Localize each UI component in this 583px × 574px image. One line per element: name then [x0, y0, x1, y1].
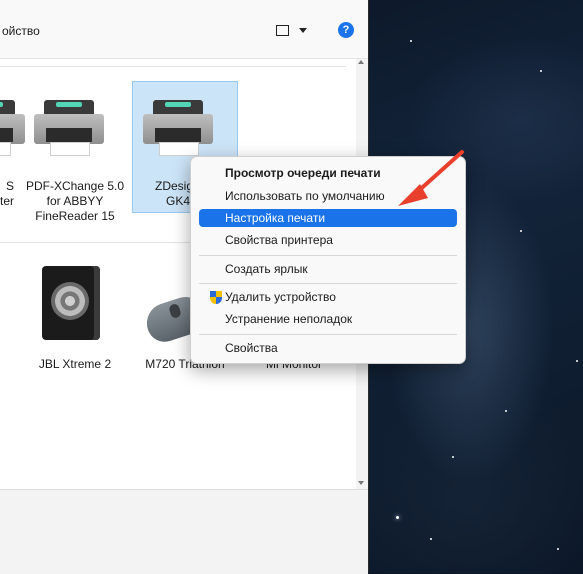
printer-icon[interactable]: [143, 98, 213, 158]
device-label[interactable]: JBL Xtreme 2: [20, 357, 130, 372]
star: [430, 538, 432, 540]
menu-item-create-shortcut[interactable]: Создать ярлык: [199, 260, 457, 278]
speaker-icon[interactable]: [38, 264, 108, 344]
device-label[interactable]: ZDesig GK42: [155, 179, 197, 209]
printer-icon[interactable]: [0, 98, 25, 158]
star: [505, 410, 507, 412]
caret-down-icon[interactable]: [299, 28, 307, 33]
details-pane: [0, 489, 368, 574]
help-icon[interactable]: ?: [338, 22, 354, 38]
menu-separator: [199, 283, 457, 284]
menu-item-printer-properties[interactable]: Свойства принтера: [199, 231, 457, 249]
menu-separator: [199, 334, 457, 335]
star: [520, 230, 522, 232]
scroll-up-icon[interactable]: [358, 60, 364, 64]
menu-item-set-default[interactable]: Использовать по умолчанию: [199, 187, 457, 205]
context-menu: Просмотр очереди печати Использовать по …: [190, 156, 466, 364]
star: [557, 548, 559, 550]
divider: [0, 66, 346, 67]
device-label[interactable]: S ter: [0, 179, 14, 209]
menu-item-troubleshoot[interactable]: Устранение неполадок: [199, 310, 457, 328]
star: [540, 70, 542, 72]
scroll-down-icon[interactable]: [358, 481, 364, 485]
toolbar-label: ойство: [2, 24, 40, 38]
menu-item-remove-device[interactable]: Удалить устройство: [199, 288, 457, 306]
star: [410, 40, 412, 42]
menu-item-print-settings[interactable]: Настройка печати: [199, 209, 457, 227]
layout-icon[interactable]: [276, 25, 289, 36]
star: [396, 516, 399, 519]
toolbar: ойство ?: [0, 0, 368, 59]
menu-separator: [199, 255, 457, 256]
menu-item-label: Удалить устройство: [225, 290, 336, 304]
menu-item-print-queue[interactable]: Просмотр очереди печати: [199, 164, 457, 182]
device-label[interactable]: PDF-XChange 5.0 for ABBYY FineReader 15: [20, 179, 130, 224]
star: [576, 360, 578, 362]
uac-shield-icon: [210, 291, 222, 304]
printer-icon[interactable]: [34, 98, 104, 158]
star: [452, 456, 454, 458]
menu-item-properties[interactable]: Свойства: [199, 339, 457, 357]
